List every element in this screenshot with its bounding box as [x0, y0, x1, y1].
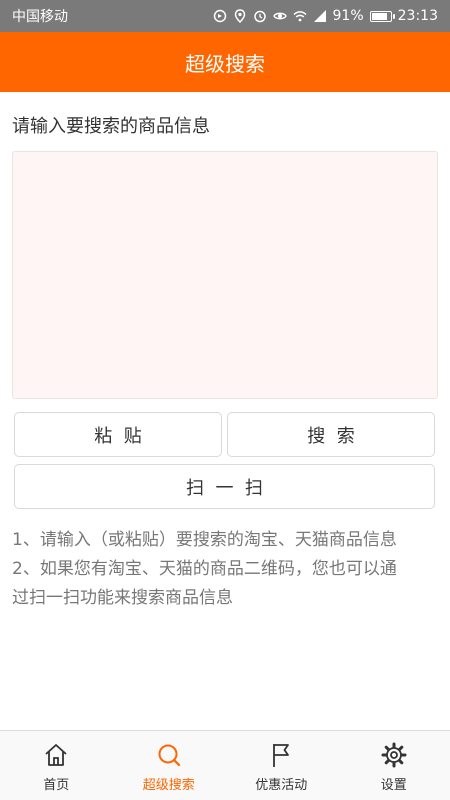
tab-label: 超级搜索 [142, 778, 195, 793]
tab-label: 设置 [380, 778, 407, 793]
status-bar: 中国移动 91% 23:13 [0, 0, 450, 32]
app-header: 超级搜索 [0, 32, 450, 92]
paste-button[interactable]: 粘 贴 [14, 412, 222, 457]
location-icon [233, 9, 247, 23]
tab-super-search[interactable]: 超级搜索 [113, 731, 226, 800]
help-line: 1、请输入（或粘贴）要搜索的淘宝、天猫商品信息 [12, 530, 397, 550]
carrier-name: 中国移动 [12, 9, 68, 25]
bottom-tab-bar: 首页 超级搜索 优惠活动 设置 [0, 730, 450, 800]
status-icons: 91% 23:13 [213, 8, 438, 24]
tab-promotions[interactable]: 优惠活动 [225, 731, 338, 800]
search-icon [156, 742, 182, 768]
tab-settings[interactable]: 设置 [338, 731, 450, 800]
tab-home[interactable]: 首页 [0, 731, 113, 800]
search-prompt-label: 请输入要搜索的商品信息 [12, 116, 210, 137]
alarm-icon [253, 9, 267, 23]
tab-label: 优惠活动 [255, 778, 308, 793]
tab-label: 首页 [43, 778, 70, 793]
search-input[interactable] [12, 151, 438, 399]
sync-icon [213, 9, 227, 23]
search-button[interactable]: 搜 索 [227, 412, 435, 457]
help-line: 2、如果您有淘宝、天猫的商品二维码，您也可以通 [12, 559, 397, 579]
scan-button[interactable]: 扫 一 扫 [14, 464, 435, 509]
battery-icon [369, 10, 395, 22]
signal-icon [313, 9, 327, 23]
home-icon [43, 742, 69, 768]
gear-icon [381, 742, 407, 768]
clock-time: 23:13 [397, 8, 438, 24]
eye-icon [272, 9, 287, 23]
battery-percent: 91% [332, 8, 364, 24]
page-title: 超级搜索 [185, 51, 265, 76]
wifi-icon [292, 9, 307, 23]
help-text: 1、请输入（或粘贴）要搜索的淘宝、天猫商品信息 2、如果您有淘宝、天猫的商品二维… [12, 526, 442, 613]
flag-icon [268, 742, 294, 768]
help-line: 过扫一扫功能来搜索商品信息 [12, 588, 233, 608]
